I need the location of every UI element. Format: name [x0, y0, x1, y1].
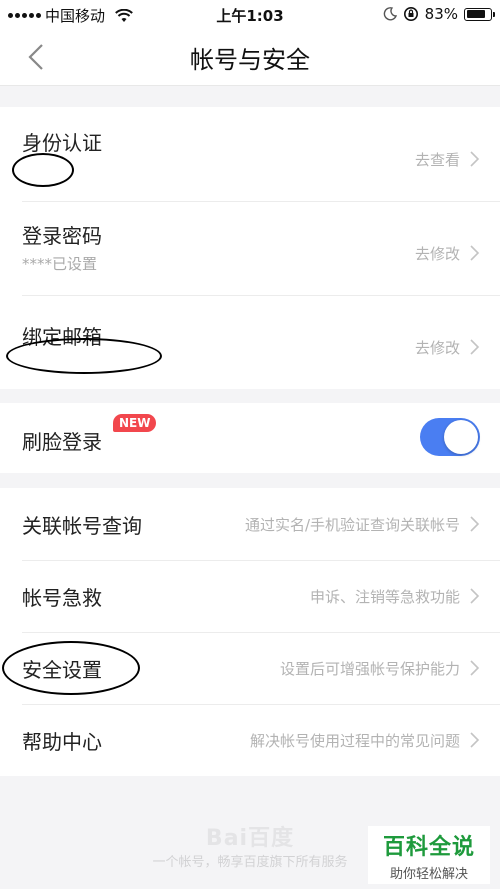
face-login-toggle[interactable]: [420, 418, 480, 456]
row-title: 帮助中心: [22, 730, 102, 754]
status-right: 83%: [383, 5, 495, 23]
watermark-subtitle: 助你轻松解决: [389, 867, 468, 882]
account-rescue-row[interactable]: 帐号急救 申诉、注销等急救功能: [0, 560, 500, 632]
row-subtitle: ****已设置: [22, 255, 98, 273]
service-section: 关联帐号查询 通过实名/手机验证查询关联帐号 帐号急救 申诉、注销等急救功能 安…: [0, 488, 500, 776]
chevron-right-icon: [470, 245, 480, 261]
row-action: 解决帐号使用过程中的常见问题: [249, 732, 460, 750]
watermark-title: 百科全说: [382, 835, 475, 860]
page-title: 帐号与安全: [190, 46, 310, 74]
status-bar: 中国移动 上午1:03 83%: [0, 0, 500, 28]
chevron-right-icon: [470, 516, 480, 532]
row-title: 身份认证: [22, 131, 102, 155]
login-password-row[interactable]: 登录密码 ****已设置 去修改: [0, 201, 500, 295]
security-settings-row[interactable]: 安全设置 设置后可增强帐号保护能力: [0, 632, 500, 704]
battery-icon: [464, 7, 495, 21]
chevron-right-icon: [470, 588, 480, 604]
orientation-lock-icon: [403, 7, 418, 21]
row-action: 申诉、注销等急救功能: [309, 588, 460, 606]
row-title: 绑定邮箱: [22, 325, 102, 349]
row-title: 安全设置: [22, 658, 102, 682]
row-action: 通过实名/手机验证查询关联帐号: [244, 516, 460, 534]
chevron-right-icon: [470, 151, 480, 167]
face-login-row: 刷脸登录 NEW: [0, 403, 500, 473]
chevron-right-icon: [470, 732, 480, 748]
account-section: 身份认证 去查看 登录密码 ****已设置 去修改 绑定邮箱 去修改: [0, 107, 500, 389]
identity-verification-row[interactable]: 身份认证 去查看: [0, 107, 500, 201]
row-action: 去修改: [414, 339, 460, 357]
row-action: 设置后可增强帐号保护能力: [279, 660, 460, 678]
row-title: 关联帐号查询: [22, 514, 142, 538]
row-action: 去修改: [414, 245, 460, 263]
watermark: 百科全说 助你轻松解决: [368, 826, 490, 884]
battery-percent: 83%: [424, 5, 458, 23]
chevron-right-icon: [470, 339, 480, 355]
battery-fill: [466, 10, 485, 18]
toggle-knob: [444, 420, 478, 454]
chevron-right-icon: [470, 660, 480, 676]
row-title: 刷脸登录: [22, 430, 102, 454]
row-title: 帐号急救: [22, 586, 102, 610]
row-action: 去查看: [414, 151, 460, 169]
help-center-row[interactable]: 帮助中心 解决帐号使用过程中的常见问题: [0, 704, 500, 776]
new-badge: NEW: [113, 414, 157, 432]
row-title: 登录密码: [22, 224, 102, 248]
moon-icon: [383, 7, 397, 21]
nav-bar: 帐号与安全: [0, 28, 500, 86]
bind-email-row[interactable]: 绑定邮箱 去修改: [0, 295, 500, 389]
linked-account-query-row[interactable]: 关联帐号查询 通过实名/手机验证查询关联帐号: [0, 488, 500, 560]
face-login-section: 刷脸登录 NEW: [0, 403, 500, 473]
